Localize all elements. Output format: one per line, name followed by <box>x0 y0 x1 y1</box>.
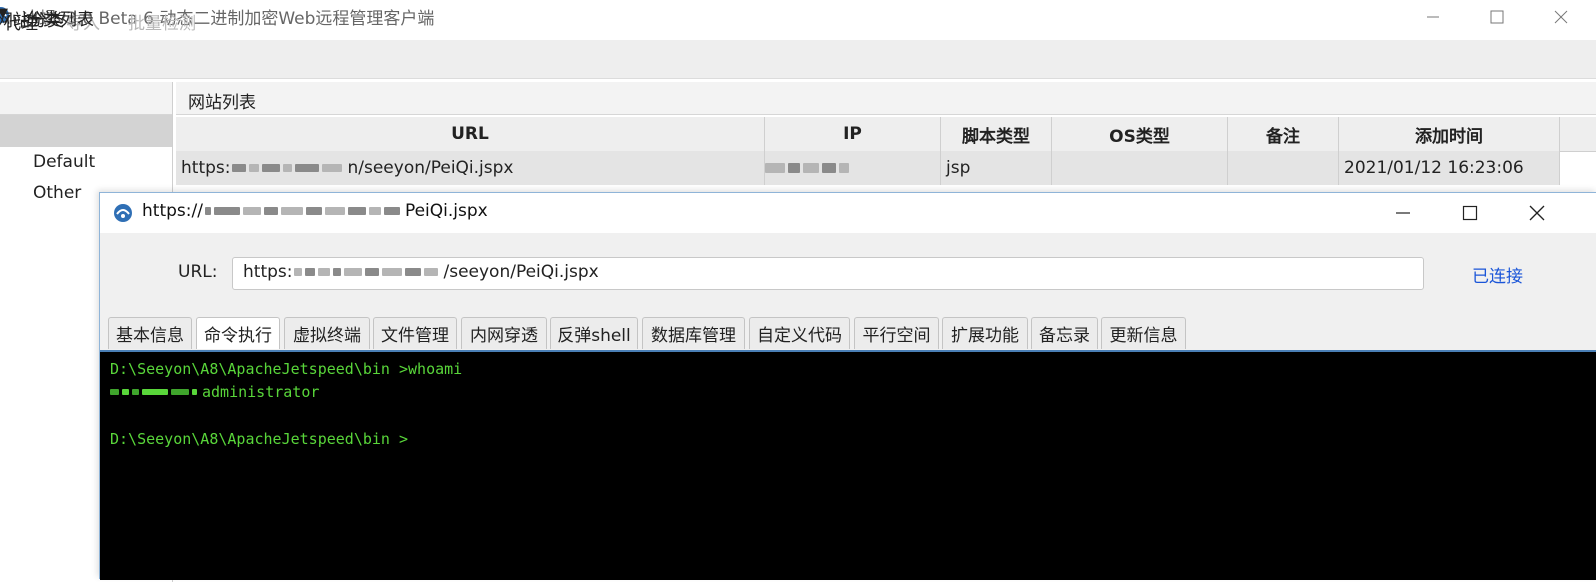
dialog-title: https:// PeiQi.jspx <box>142 201 488 221</box>
dialog-minimize-button[interactable] <box>1380 193 1426 233</box>
redacted-host <box>232 164 345 172</box>
tab-parallel-space[interactable]: 平行空间 <box>854 317 939 349</box>
tab-update-info[interactable]: 更新信息 <box>1101 317 1186 349</box>
command-terminal[interactable] <box>100 350 1596 580</box>
column-header-added-time[interactable]: 添加时间 <box>1339 117 1560 151</box>
tab-intranet-tunnel[interactable]: 内网穿透 <box>461 317 547 349</box>
scorpion-logo-icon <box>114 204 132 222</box>
maximize-icon <box>1490 10 1504 24</box>
menu-bar <box>0 40 1596 79</box>
close-icon <box>1554 10 1568 24</box>
cell-url[interactable]: https: n/seeyon/PeiQi.jspx <box>176 151 765 185</box>
column-header-os-type[interactable]: OS类型 <box>1052 117 1228 151</box>
tree-root-label[interactable]: 分类列表 <box>26 5 94 30</box>
dialog-title-suffix: PeiQi.jspx <box>404 201 488 221</box>
tab-database-manager[interactable]: 数据库管理 <box>642 317 745 349</box>
minimize-icon <box>1427 16 1439 18</box>
column-header-script-type[interactable]: 脚本类型 <box>941 117 1052 151</box>
url-label: URL: <box>178 262 218 282</box>
terminal-prompt: D:\Seeyon\A8\ApacheJetspeed\bin > <box>110 430 409 448</box>
category-panel-header <box>0 82 172 115</box>
tab-extensions[interactable]: 扩展功能 <box>942 317 1028 349</box>
tab-reverse-shell[interactable]: 反弹shell <box>550 317 638 349</box>
redacted-host <box>294 268 441 276</box>
column-header-url[interactable]: URL <box>176 117 765 151</box>
tab-virtual-terminal[interactable]: 虚拟终端 <box>284 317 370 349</box>
minimize-button[interactable] <box>1410 0 1456 34</box>
url-suffix: /seeyon/PeiQi.jspx <box>443 262 599 282</box>
terminal-output-line: administrator <box>110 383 319 401</box>
site-list-header <box>176 82 1596 115</box>
tab-custom-code[interactable]: 自定义代码 <box>749 317 850 349</box>
cell-note[interactable] <box>1228 151 1339 185</box>
dialog-close-button[interactable] <box>1514 193 1560 233</box>
menu-batch-check[interactable]: 批量检测 <box>128 9 196 34</box>
tab-basic-info[interactable]: 基本信息 <box>108 317 192 349</box>
cell-url-suffix: n/seeyon/PeiQi.jspx <box>347 158 514 178</box>
expand-triangle-icon[interactable]: ▼ <box>0 6 8 21</box>
url-prefix: https: <box>243 262 293 282</box>
terminal-output-user: administrator <box>202 383 320 401</box>
tree-item-other[interactable]: Other <box>33 183 81 203</box>
cell-url-prefix: https: <box>181 158 231 178</box>
close-button[interactable] <box>1538 0 1584 34</box>
terminal-line: D:\Seeyon\A8\ApacheJetspeed\bin >whoami <box>110 360 463 378</box>
redacted-ip <box>765 163 852 173</box>
dialog-maximize-button[interactable] <box>1447 193 1493 233</box>
cell-script-type[interactable]: jsp <box>941 151 1052 185</box>
tree-item-default[interactable]: Default <box>33 152 95 172</box>
tab-file-manager[interactable]: 文件管理 <box>373 317 457 349</box>
site-list-title: 网站列表 <box>188 93 256 113</box>
tab-memo[interactable]: 备忘录 <box>1031 317 1098 349</box>
tree-root-row[interactable] <box>0 115 172 147</box>
cell-os-type[interactable] <box>1052 151 1228 185</box>
minimize-icon <box>1396 212 1410 214</box>
connection-status: 已连接 <box>1472 267 1523 287</box>
column-header-note[interactable]: 备注 <box>1228 117 1339 151</box>
tab-command-exec[interactable]: 命令执行 <box>196 317 280 349</box>
redacted-host <box>204 207 403 215</box>
cell-ip[interactable] <box>765 151 941 185</box>
maximize-icon <box>1462 205 1478 221</box>
dialog-title-prefix: https:// <box>142 201 203 221</box>
redacted-domain <box>110 389 200 395</box>
url-input-value[interactable]: https: /seeyon/PeiQi.jspx <box>243 262 599 282</box>
close-icon <box>1529 205 1545 221</box>
cell-added-time[interactable]: 2021/01/12 16:23:06 <box>1339 151 1560 185</box>
maximize-button[interactable] <box>1474 0 1520 34</box>
column-header-ip[interactable]: IP <box>765 117 941 151</box>
